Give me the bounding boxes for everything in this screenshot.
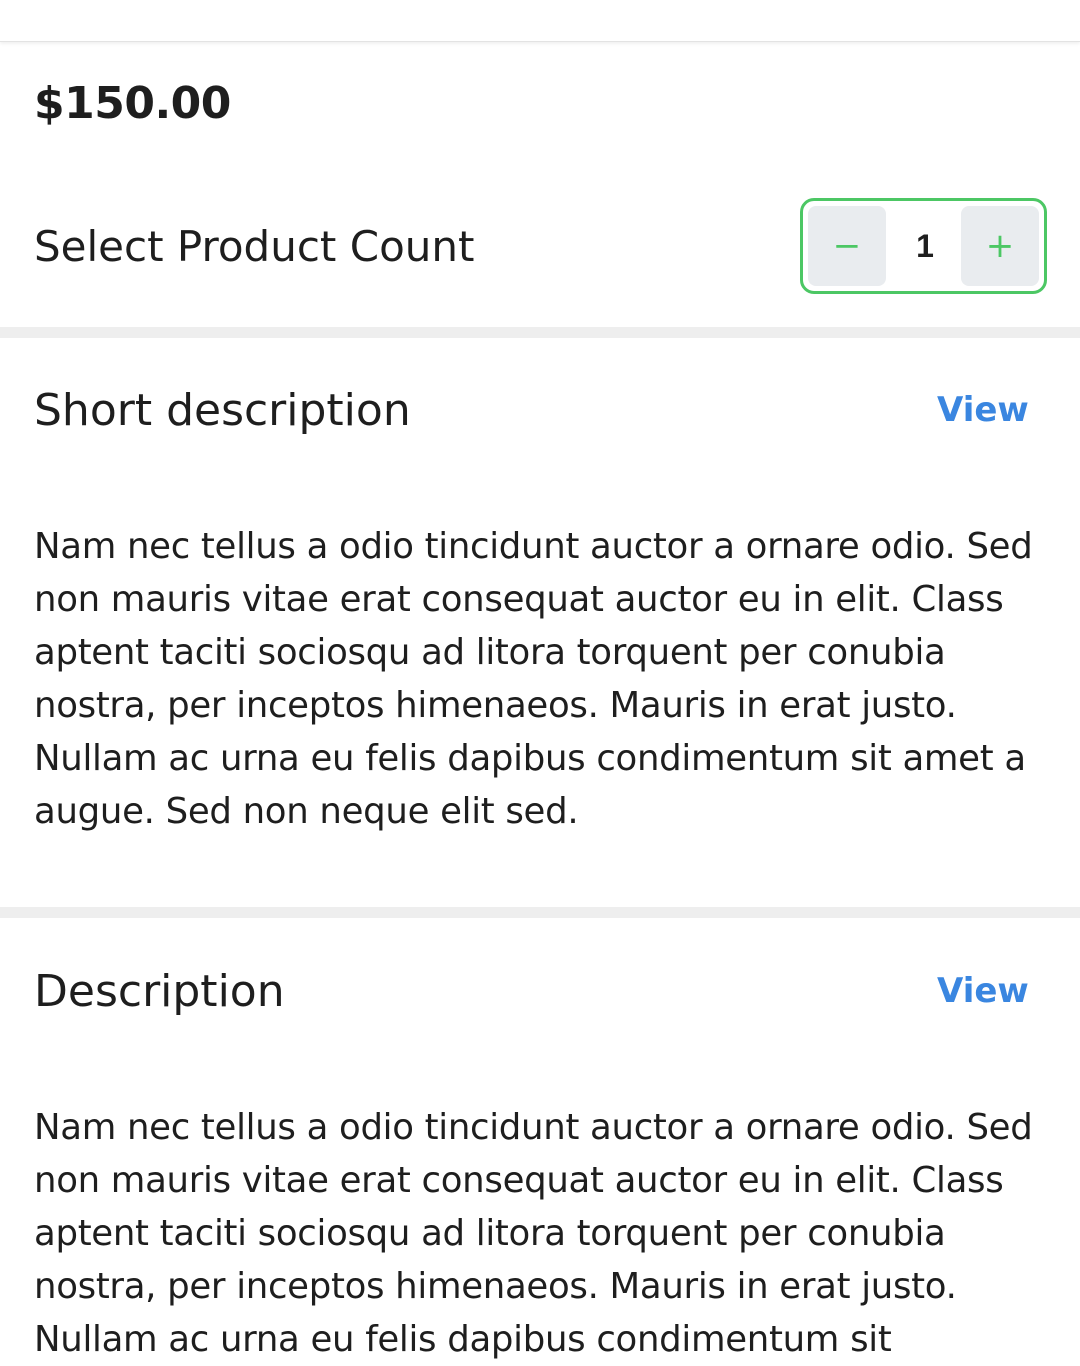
quantity-value[interactable]: 1 — [886, 206, 964, 286]
quantity-stepper: − 1 + — [800, 198, 1047, 294]
plus-icon: + — [985, 226, 1015, 266]
section-divider — [0, 327, 1080, 338]
decrease-quantity-button[interactable]: − — [808, 206, 886, 286]
top-app-bar — [0, 0, 1080, 42]
short-description-view-link[interactable]: View — [937, 390, 1029, 430]
increase-quantity-button[interactable]: + — [961, 206, 1039, 286]
product-count-label: Select Product Count — [34, 222, 475, 271]
section-divider — [0, 907, 1080, 918]
description-title: Description — [34, 966, 285, 1017]
short-description-title: Short description — [34, 385, 411, 436]
short-description-text: Nam nec tellus a odio tincidunt auctor a… — [34, 526, 1033, 832]
product-price: $150.00 — [34, 78, 231, 129]
minus-icon: − — [832, 226, 862, 266]
description-text: Nam nec tellus a odio tincidunt auctor a… — [34, 1107, 1033, 1360]
description-view-link[interactable]: View — [937, 971, 1029, 1011]
